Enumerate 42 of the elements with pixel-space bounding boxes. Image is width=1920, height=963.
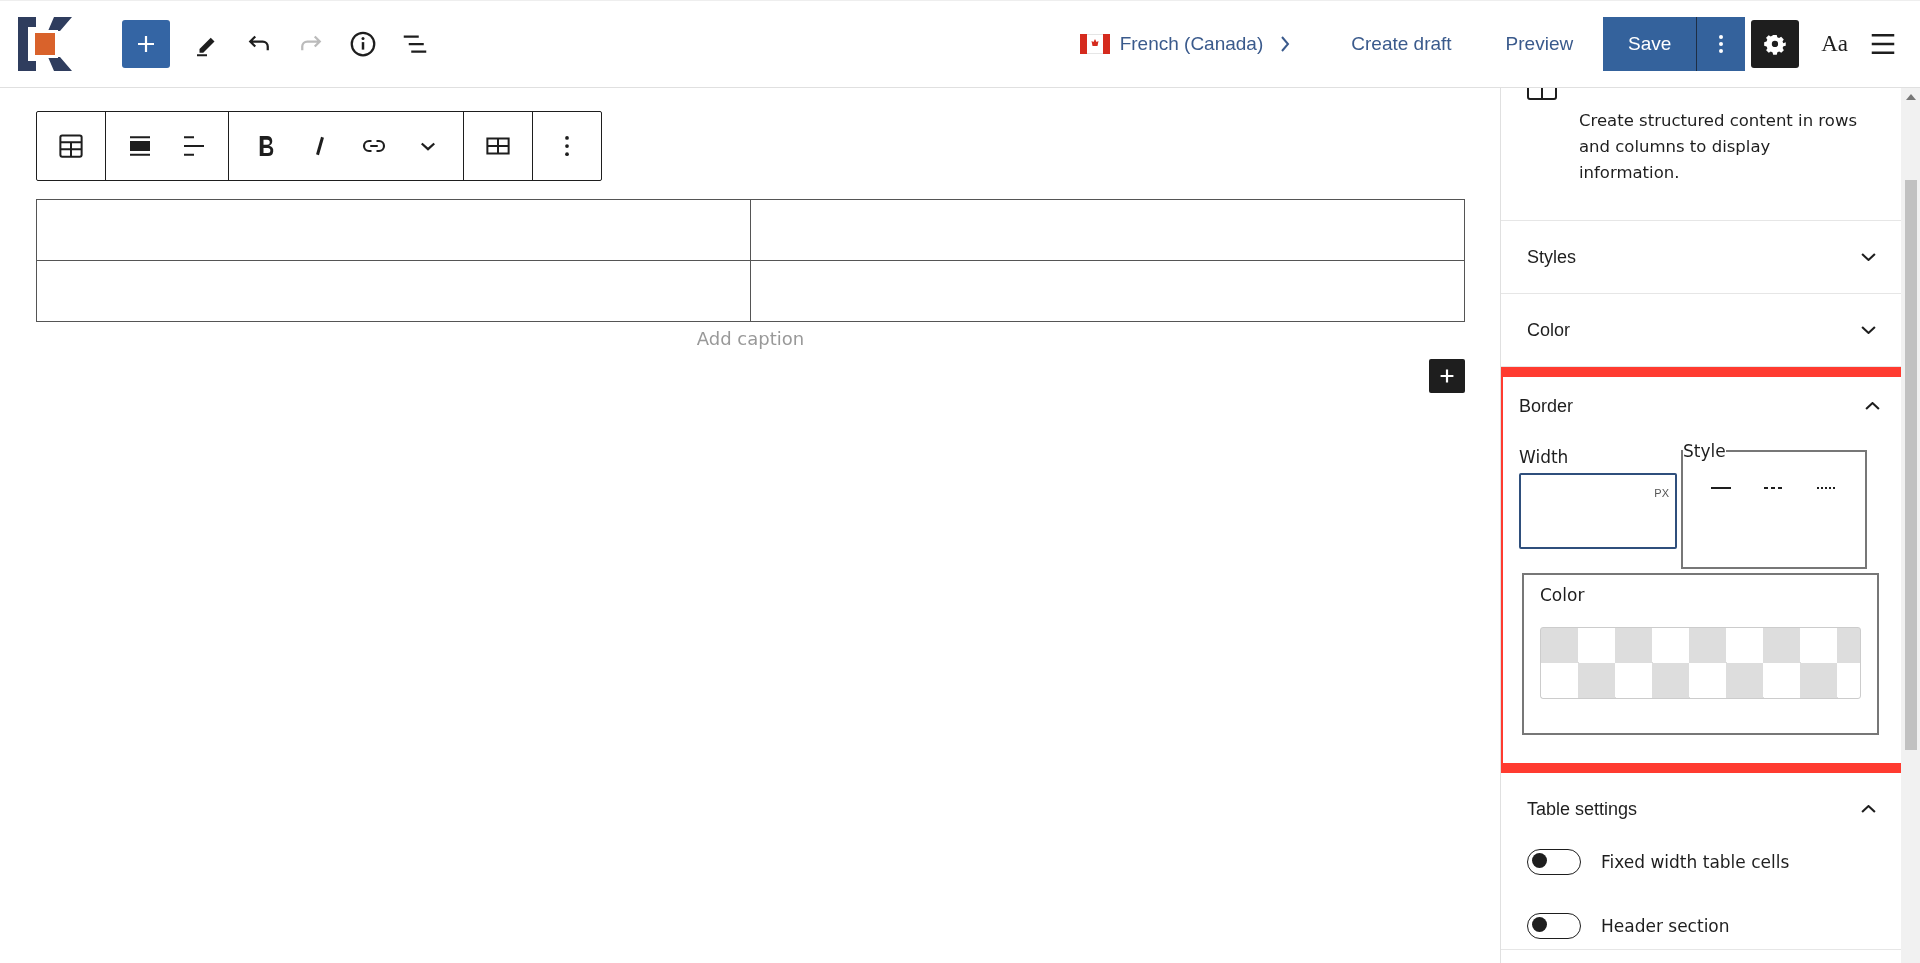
panel-header[interactable]: Color — [1501, 294, 1901, 366]
chevron-up-icon — [1861, 805, 1876, 813]
add-block-button[interactable] — [1429, 359, 1465, 393]
table-icon — [1527, 88, 1557, 100]
settings-button[interactable] — [1751, 20, 1800, 68]
flag-icon — [1079, 34, 1110, 54]
language-name: French (Canada) — [1119, 33, 1264, 55]
chevron-down-icon — [1861, 326, 1876, 334]
scrollbar[interactable] — [1901, 88, 1920, 963]
toggle-label: Fixed width table cells — [1601, 852, 1790, 872]
style-label: Style — [1683, 441, 1726, 461]
language-link[interactable]: French (Canada) — [1079, 33, 1292, 55]
scroll-up-icon[interactable] — [1905, 94, 1916, 100]
table-cell[interactable] — [751, 261, 1465, 322]
color-swatch[interactable] — [1540, 627, 1861, 699]
chevron-down-icon — [1861, 253, 1876, 261]
save-options-button[interactable] — [1697, 17, 1746, 71]
width-input[interactable]: PX — [1519, 473, 1677, 549]
panel-header[interactable]: Styles — [1501, 221, 1901, 293]
header-link[interactable]: Create draft — [1351, 33, 1452, 55]
toggle-label: Header section — [1601, 916, 1730, 936]
color-label: Color — [1540, 585, 1586, 605]
more-options-icon — [1718, 32, 1725, 56]
solid-line-icon[interactable] — [1709, 485, 1734, 491]
panel-header[interactable]: Table settings — [1501, 773, 1901, 845]
typography-button[interactable]: Aa — [1821, 31, 1848, 57]
chevron-right-icon — [1279, 34, 1292, 54]
toggle-switch[interactable] — [1527, 849, 1581, 875]
info-icon[interactable] — [348, 29, 378, 59]
save-button[interactable]: Save — [1603, 17, 1698, 71]
chevron-up-icon — [1865, 402, 1880, 410]
unit-label: PX — [1654, 487, 1669, 501]
toggle-switch[interactable] — [1527, 913, 1581, 939]
logo-icon[interactable] — [18, 17, 72, 71]
table-icon[interactable] — [56, 131, 86, 161]
table-cell[interactable] — [37, 200, 751, 261]
table-cell[interactable] — [751, 200, 1465, 261]
width-label: Width — [1519, 447, 1570, 467]
table-cell[interactable] — [37, 261, 751, 322]
block-description: Create structured content in rows and columns to display information. — [1579, 110, 1858, 184]
header-link[interactable]: Preview — [1505, 33, 1574, 55]
panel-header[interactable]: Border — [1503, 377, 1901, 435]
